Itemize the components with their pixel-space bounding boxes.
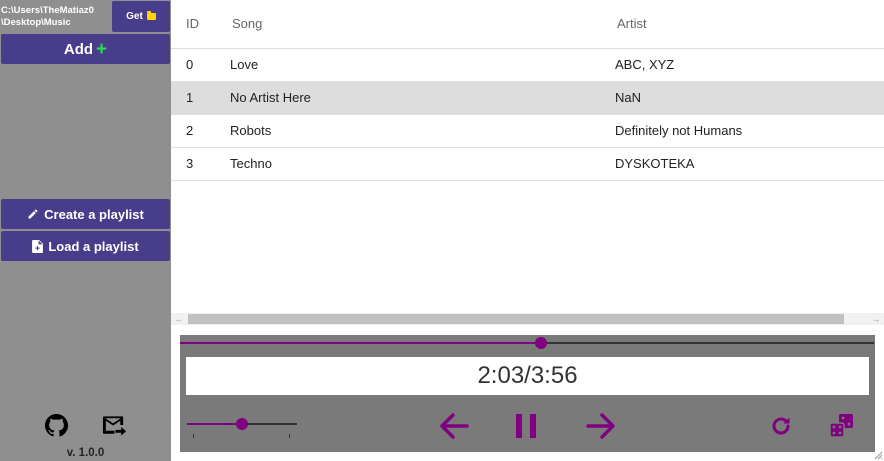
table-row[interactable]: 3 Techno DYSKOTEKA — [171, 147, 884, 181]
pause-button[interactable] — [513, 411, 541, 441]
arrow-left-icon — [440, 413, 469, 439]
volume-handle[interactable] — [236, 418, 248, 430]
previous-button[interactable] — [438, 411, 470, 441]
cell-artist: DYSKOTEKA — [615, 147, 884, 181]
table-header-row: ID Song Artist — [171, 0, 884, 49]
path-row: C:\Users\TheMatiaz0 \Desktop\Music Get — [0, 0, 171, 33]
scrollbar-thumb[interactable] — [188, 314, 844, 324]
volume-tick-max — [289, 434, 290, 438]
cell-artist: NaN — [615, 81, 884, 115]
add-button-label: Add — [63, 40, 94, 58]
player-panel: 2:03/3:56 — [180, 335, 875, 452]
time-display: 2:03/3:56 — [186, 357, 869, 395]
cell-song: Love — [230, 48, 615, 82]
path-line-2: \Desktop\Music — [1, 17, 71, 28]
next-button[interactable] — [585, 411, 617, 441]
seek-slider[interactable] — [180, 335, 875, 351]
shuffle-button[interactable] — [829, 411, 855, 441]
pencil-icon — [28, 209, 38, 219]
column-header-song[interactable]: Song — [230, 0, 615, 49]
seek-handle[interactable] — [534, 337, 547, 349]
song-table: ID Song Artist 0 Love ABC, XYZ 1 No Arti… — [171, 0, 884, 181]
horizontal-scrollbar[interactable]: ← → — [171, 313, 884, 325]
dice-icon — [829, 414, 853, 438]
create-playlist-label: Create a playlist — [44, 206, 144, 222]
pause-icon — [516, 414, 536, 438]
mail-forward-icon[interactable] — [102, 415, 127, 437]
music-folder-path: C:\Users\TheMatiaz0 \Desktop\Music — [1, 5, 109, 29]
arrow-right-icon — [586, 413, 615, 439]
cell-artist: ABC, XYZ — [615, 48, 884, 82]
repeat-button[interactable] — [768, 411, 794, 441]
cell-song: Robots — [230, 114, 615, 148]
resize-grip-icon[interactable] — [874, 451, 883, 460]
github-icon[interactable] — [45, 414, 68, 437]
version-label: v. 1.0.0 — [66, 447, 105, 459]
cell-song: Techno — [230, 147, 615, 181]
cell-artist: Definitely not Humans — [615, 114, 884, 148]
repeat-icon — [772, 417, 790, 435]
folder-icon — [146, 11, 156, 20]
load-playlist-button[interactable]: Load a playlist — [1, 231, 170, 261]
add-button[interactable]: Add + — [1, 34, 170, 64]
cell-id: 2 — [171, 114, 230, 148]
song-table-container: ID Song Artist 0 Love ABC, XYZ 1 No Arti… — [171, 0, 884, 312]
volume-slider[interactable] — [187, 415, 297, 439]
cell-song: No Artist Here — [230, 81, 615, 115]
volume-level — [187, 423, 242, 425]
scroll-left-arrow-icon[interactable]: ← — [171, 313, 187, 325]
load-playlist-label: Load a playlist — [48, 238, 139, 254]
get-folder-button[interactable]: Get — [112, 1, 170, 32]
cell-id: 1 — [171, 81, 230, 115]
get-button-label: Get — [126, 11, 143, 22]
table-row[interactable]: 2 Robots Definitely not Humans — [171, 114, 884, 148]
create-playlist-button[interactable]: Create a playlist — [1, 199, 170, 229]
seek-progress — [180, 342, 541, 344]
cell-id: 3 — [171, 147, 230, 181]
path-line-1: C:\Users\TheMatiaz0 — [1, 5, 94, 16]
table-row-selected[interactable]: 1 No Artist Here NaN — [171, 81, 884, 115]
volume-tick-min — [193, 434, 194, 438]
plus-icon: + — [96, 38, 108, 60]
scroll-right-arrow-icon[interactable]: → — [868, 313, 884, 325]
table-row[interactable]: 0 Love ABC, XYZ — [171, 48, 884, 82]
file-add-icon — [32, 239, 44, 253]
column-header-id[interactable]: ID — [171, 0, 230, 49]
column-header-artist[interactable]: Artist — [615, 0, 884, 49]
sidebar: C:\Users\TheMatiaz0 \Desktop\Music Get A… — [0, 0, 171, 461]
cell-id: 0 — [171, 48, 230, 82]
